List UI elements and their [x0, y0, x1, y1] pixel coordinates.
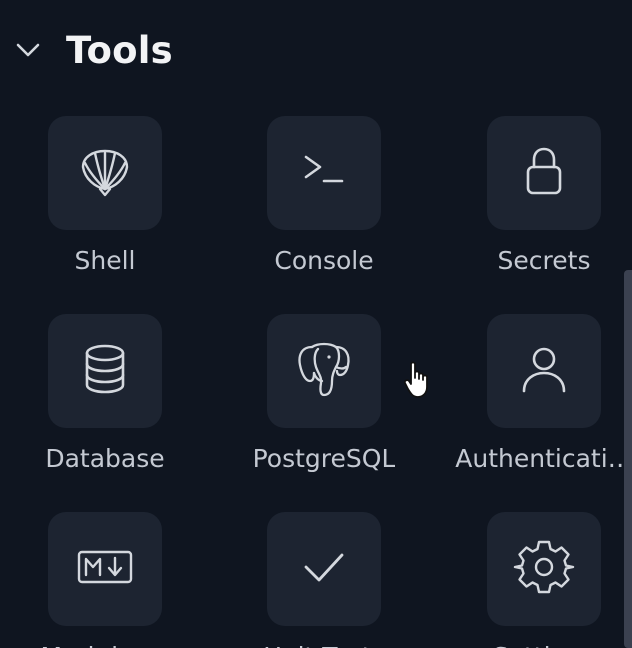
tool-label: Unit Tests [263, 640, 384, 648]
tool-markdown[interactable]: Markdown [0, 512, 215, 648]
tool-label: Database [45, 444, 165, 473]
tool-label: Console [274, 246, 374, 275]
tool-authentication-tile[interactable] [487, 314, 601, 428]
tool-label: Shell [74, 246, 136, 275]
tool-settings[interactable]: Settings [434, 512, 632, 648]
lock-icon [514, 141, 574, 205]
tool-label: Settings [493, 640, 596, 648]
tool-postgresql[interactable]: PostgreSQL [214, 314, 434, 476]
tool-label: Authenticati… [455, 444, 632, 473]
tool-postgresql-tile[interactable] [267, 314, 381, 428]
checkmark-icon [294, 537, 354, 601]
section-title: Tools [66, 28, 173, 72]
tool-authentication[interactable]: Authenticati… [434, 314, 632, 476]
tool-settings-tile[interactable] [487, 512, 601, 626]
tool-console[interactable]: Console [214, 116, 434, 278]
tool-shell[interactable]: Shell [0, 116, 215, 278]
tool-database[interactable]: Database [0, 314, 215, 476]
tool-unit-tests[interactable]: Unit Tests [214, 512, 434, 648]
tool-label: Markdown [40, 640, 169, 648]
vertical-scrollbar[interactable] [624, 270, 632, 648]
tool-unit-tests-tile[interactable] [267, 512, 381, 626]
tools-section-header[interactable]: Tools [14, 24, 173, 76]
hand-pointer-cursor-icon [402, 360, 434, 400]
console-icon [294, 141, 354, 205]
markdown-icon [75, 537, 135, 601]
database-icon [75, 339, 135, 403]
shell-icon [75, 141, 135, 205]
tool-markdown-tile[interactable] [48, 512, 162, 626]
tool-shell-tile[interactable] [48, 116, 162, 230]
tool-label: PostgreSQL [252, 444, 396, 473]
tool-secrets-tile[interactable] [487, 116, 601, 230]
tool-database-tile[interactable] [48, 314, 162, 428]
user-icon [514, 339, 574, 403]
tool-secrets[interactable]: Secrets [434, 116, 632, 278]
tool-console-tile[interactable] [267, 116, 381, 230]
gear-icon [513, 536, 575, 602]
tool-label: Secrets [497, 246, 591, 275]
chevron-down-icon[interactable] [14, 36, 42, 64]
postgresql-elephant-icon [292, 337, 356, 405]
